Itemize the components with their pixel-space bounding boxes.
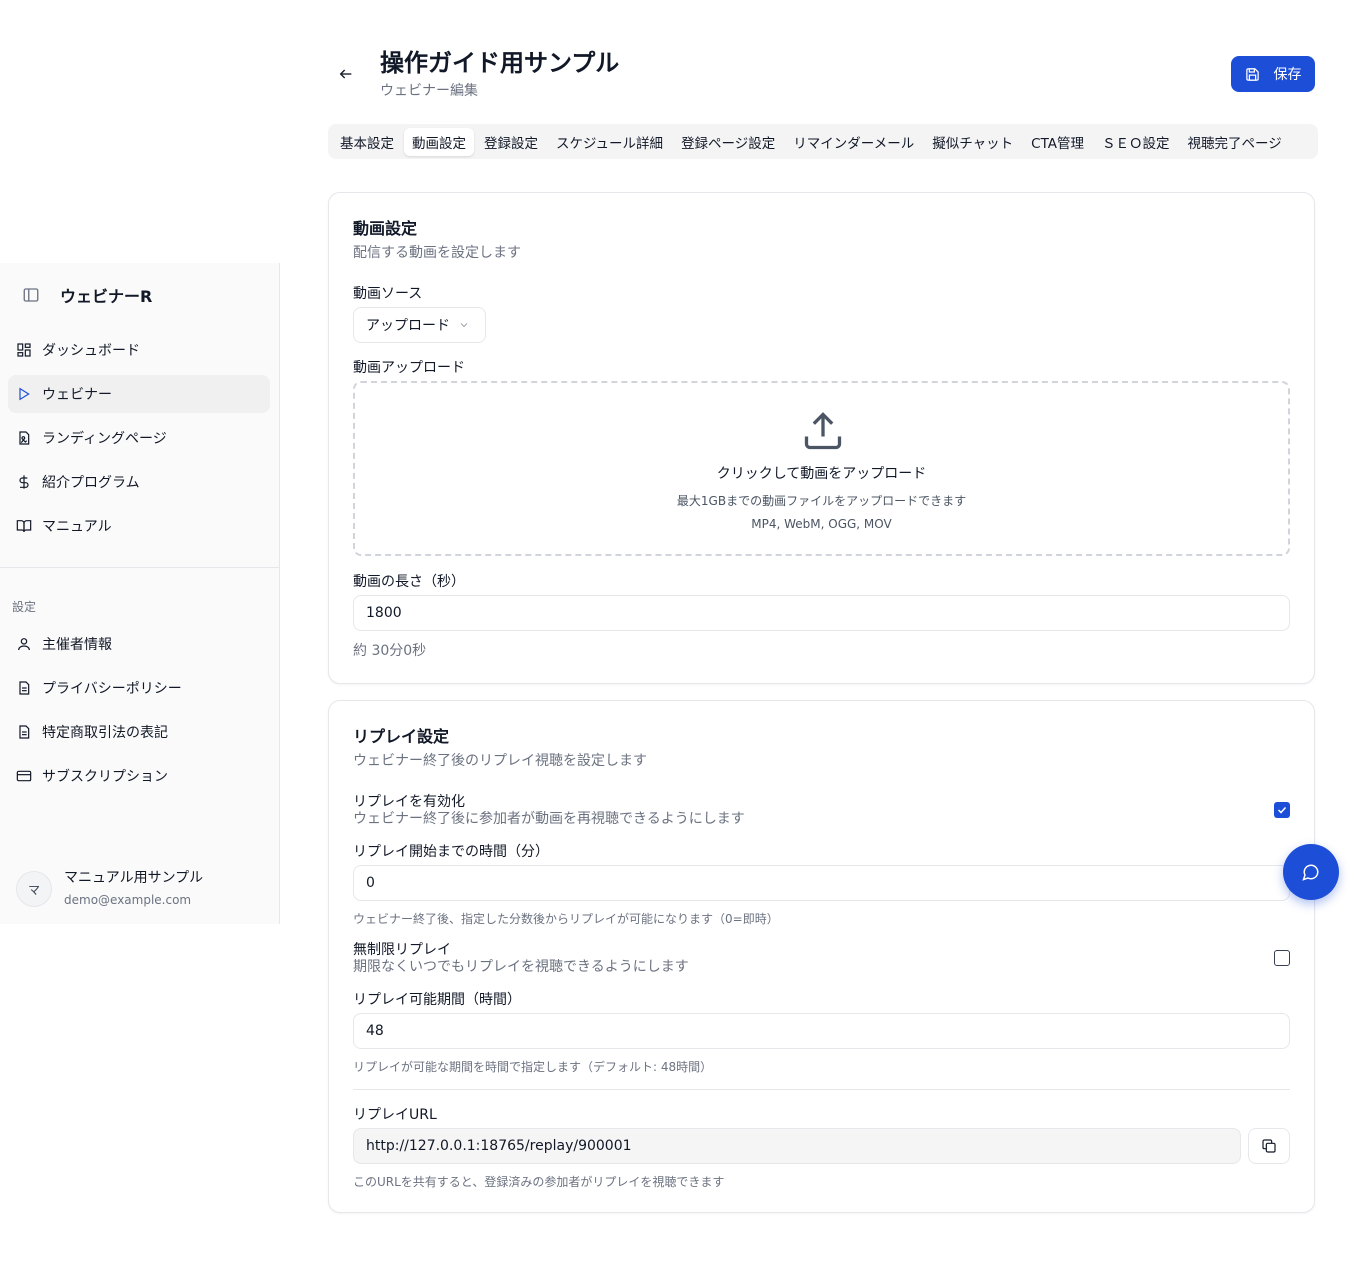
- sidebar-item-label: ウェビナー: [42, 387, 112, 403]
- video-settings-description: 配信する動画を設定します: [353, 245, 521, 261]
- sidebar-item-manual[interactable]: マニュアル: [8, 507, 270, 545]
- replay-settings-description: ウェビナー終了後のリプレイ視聴を設定します: [353, 753, 647, 769]
- upload-formats: MP4, WebM, OGG, MOV: [751, 517, 892, 531]
- sidebar-item-label: 主催者情報: [42, 637, 112, 653]
- sidebar-group-label: 設定: [12, 600, 37, 614]
- video-source-value: アップロード: [366, 318, 450, 334]
- sidebar-item-privacy-policy[interactable]: プライバシーポリシー: [8, 669, 270, 707]
- tab-seo[interactable]: ＳＥＯ設定: [1094, 128, 1178, 156]
- sidebar-header: ウェビナーR: [22, 285, 153, 306]
- replay-period-hint: リプレイが可能な期間を時間で指定します（デフォルト: 48時間）: [353, 1060, 713, 1074]
- save-label: 保存: [1273, 67, 1302, 83]
- avatar: マ: [16, 871, 52, 907]
- sidebar-item-organizer[interactable]: 主催者情報: [8, 625, 270, 663]
- check-icon: [1277, 806, 1287, 814]
- back-arrow-icon[interactable]: [338, 66, 354, 82]
- user-name: マニュアル用サンプル: [64, 870, 204, 886]
- unlimited-replay-description: 期限なくいつでもリプレイを視聴できるようにします: [353, 959, 689, 975]
- tab-cta[interactable]: CTA管理: [1023, 128, 1092, 156]
- replay-settings-title: リプレイ設定: [353, 727, 450, 746]
- replay-settings-card: リプレイ設定 ウェビナー終了後のリプレイ視聴を設定します リプレイを有効化 ウェ…: [328, 700, 1315, 1213]
- replay-period-label: リプレイ可能期間（時間）: [353, 992, 521, 1008]
- video-duration-label: 動画の長さ（秒）: [353, 574, 465, 590]
- save-icon: [1245, 67, 1259, 81]
- tab-pseudo-chat[interactable]: 擬似チャット: [924, 128, 1021, 156]
- video-upload-label: 動画アップロード: [353, 360, 465, 376]
- document-icon: [19, 725, 30, 739]
- chevron-down-icon: [460, 323, 468, 328]
- replay-delay-input[interactable]: 0: [353, 865, 1290, 901]
- sidebar-item-label: ランディングページ: [42, 431, 167, 447]
- play-icon: [19, 387, 30, 401]
- sidebar-divider: [0, 567, 279, 568]
- user-email: demo@example.com: [64, 893, 192, 907]
- replay-period-input[interactable]: 48: [353, 1013, 1290, 1049]
- sidebar-item-label: マニュアル: [42, 519, 112, 535]
- sidebar-item-subscription[interactable]: サブスクリプション: [8, 757, 270, 795]
- replay-url-hint: このURLを共有すると、登録済みの参加者がリプレイを視聴できます: [353, 1175, 725, 1189]
- video-settings-card: 動画設定 配信する動画を設定します 動画ソース アップロード 動画アップロード …: [328, 192, 1315, 684]
- tab-completion-page[interactable]: 視聴完了ページ: [1180, 128, 1290, 156]
- credit-card-icon: [16, 770, 32, 782]
- tab-schedule[interactable]: スケジュール詳細: [548, 128, 671, 156]
- tab-registration-page[interactable]: 登録ページ設定: [673, 128, 783, 156]
- landing-page-icon: [19, 431, 30, 445]
- document-icon: [19, 681, 30, 695]
- sidebar-item-landing-page[interactable]: ランディングページ: [8, 419, 270, 457]
- page-subtitle: ウェビナー編集: [380, 83, 478, 99]
- replay-delay-label: リプレイ開始までの時間（分）: [353, 844, 549, 860]
- video-duration-input[interactable]: 1800: [353, 595, 1290, 631]
- sidebar-item-webinar[interactable]: ウェビナー: [8, 375, 270, 413]
- book-icon: [16, 520, 32, 533]
- sidebar-item-dashboard[interactable]: ダッシュボード: [8, 331, 270, 369]
- dashboard-icon: [17, 343, 31, 357]
- tab-registration[interactable]: 登録設定: [476, 128, 546, 156]
- sidebar-item-referral[interactable]: 紹介プログラム: [8, 463, 270, 501]
- upload-instruction: クリックして動画をアップロード: [716, 466, 927, 482]
- sidebar-item-label: ダッシュボード: [42, 343, 140, 359]
- replay-delay-hint: ウェビナー終了後、指定した分数後からリプレイが可能になります（0=即時）: [353, 912, 779, 926]
- user-profile[interactable]: マ マニュアル用サンプル demo@example.com: [16, 869, 203, 909]
- page-title: 操作ガイド用サンプル: [380, 49, 620, 77]
- tab-basic[interactable]: 基本設定: [332, 128, 402, 156]
- sidebar: ウェビナーR ダッシュボード ウェビナー ランディングページ 紹介プログラム マ…: [0, 263, 280, 924]
- sidebar-item-commercial-law[interactable]: 特定商取引法の表記: [8, 713, 270, 751]
- replay-enable-checkbox[interactable]: [1274, 802, 1290, 818]
- video-upload-dropzone[interactable]: クリックして動画をアップロード 最大1GBまでの動画ファイルをアップロードできま…: [353, 381, 1290, 556]
- replay-enable-description: ウェビナー終了後に参加者が動画を再視聴できるようにします: [353, 811, 745, 827]
- tab-bar: 基本設定 動画設定 登録設定 スケジュール詳細 登録ページ設定 リマインダーメー…: [328, 124, 1318, 159]
- tab-reminder-mail[interactable]: リマインダーメール: [785, 128, 922, 156]
- save-button[interactable]: 保存: [1231, 56, 1315, 92]
- chat-bubble-icon: [1302, 864, 1319, 881]
- replay-url-field[interactable]: http://127.0.0.1:18765/replay/900001: [353, 1128, 1241, 1164]
- sidebar-item-label: プライバシーポリシー: [42, 681, 182, 697]
- copy-url-button[interactable]: [1248, 1128, 1290, 1164]
- unlimited-replay-checkbox[interactable]: [1274, 950, 1290, 966]
- sidebar-item-label: 紹介プログラム: [42, 475, 140, 491]
- replay-url-label: リプレイURL: [353, 1107, 437, 1123]
- upload-icon: [804, 412, 842, 450]
- upload-size-limit: 最大1GBまでの動画ファイルをアップロードできます: [676, 494, 967, 508]
- dollar-icon: [19, 475, 29, 489]
- chat-fab-button[interactable]: [1283, 844, 1339, 900]
- sidebar-item-label: サブスクリプション: [42, 769, 168, 785]
- tab-video[interactable]: 動画設定: [404, 127, 474, 156]
- video-settings-title: 動画設定: [353, 219, 418, 238]
- video-source-select[interactable]: アップロード: [353, 307, 486, 343]
- copy-icon: [1262, 1139, 1276, 1153]
- user-icon: [18, 638, 30, 651]
- video-duration-hint: 約 30分0秒: [353, 643, 427, 659]
- sidebar-item-label: 特定商取引法の表記: [42, 725, 168, 741]
- sidebar-toggle-icon[interactable]: [22, 286, 40, 304]
- app-name: ウェビナーR: [60, 287, 153, 306]
- section-divider: [353, 1089, 1290, 1090]
- video-source-label: 動画ソース: [353, 286, 423, 302]
